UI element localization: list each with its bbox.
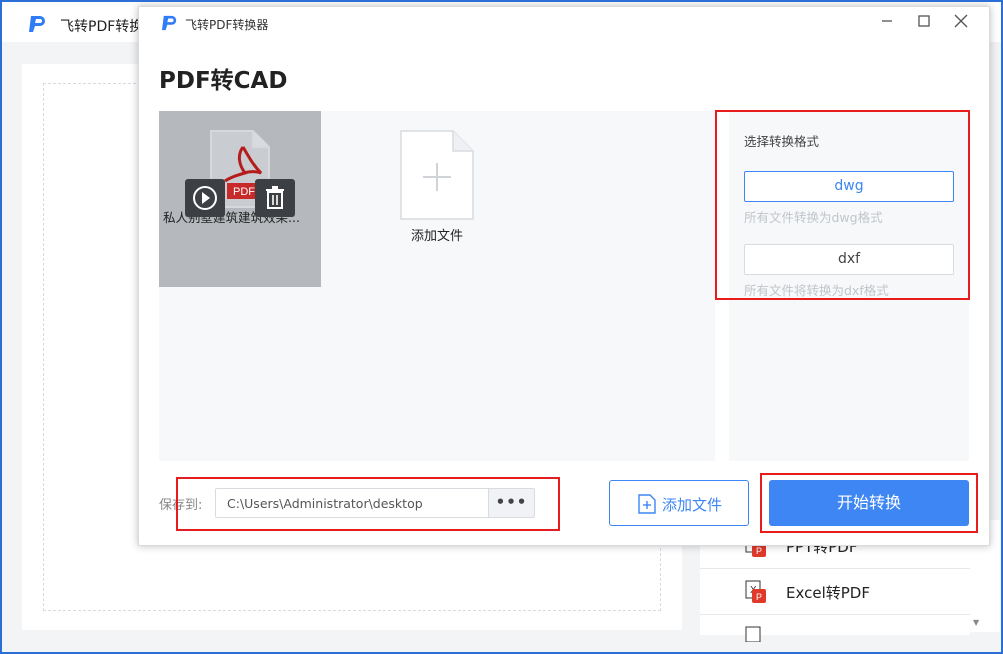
- maximize-icon: [918, 15, 930, 27]
- format-option-dwg[interactable]: dwg: [744, 171, 954, 202]
- file-card[interactable]: PDF 私人别墅建筑建筑效果...: [159, 111, 321, 287]
- format-option-dxf-desc: 所有文件将转换为dxf格式: [744, 283, 889, 298]
- excel-file-icon: XP: [745, 580, 767, 608]
- page-title: PDF转CAD: [159, 68, 288, 94]
- save-path-field[interactable]: C:\Users\Administrator\desktop •••: [215, 488, 535, 518]
- app-title: 飞转PDF转换: [60, 19, 144, 35]
- close-icon: [954, 14, 968, 28]
- maximize-button[interactable]: [910, 11, 938, 35]
- format-option-dxf[interactable]: dxf: [744, 244, 954, 275]
- svg-text:P: P: [756, 592, 762, 602]
- add-file-icon: [399, 130, 475, 225]
- delete-button[interactable]: [255, 179, 295, 217]
- format-label: 选择转换格式: [744, 134, 820, 149]
- dialog-title: 飞转PDF转换器: [185, 18, 269, 32]
- app-logo-icon: [161, 15, 179, 35]
- format-option-dwg-desc: 所有文件转换为dwg格式: [744, 210, 883, 225]
- add-file-card-label: 添加文件: [410, 229, 463, 244]
- file-icon: [745, 626, 767, 646]
- pdf-to-cad-dialog: 飞转PDF转换器 PDF转CAD PDF 私人别墅建筑建筑效果... 添加文件 …: [138, 6, 990, 546]
- trash-icon: [266, 186, 284, 209]
- format-panel: 选择转换格式 dwg 所有文件转换为dwg格式 dxf 所有文件将转换为dxf格…: [729, 111, 969, 461]
- save-to-label: 保存到:: [159, 498, 203, 513]
- add-file-card[interactable]: 添加文件: [399, 129, 475, 244]
- preview-button[interactable]: [185, 179, 225, 217]
- minimize-icon: [882, 20, 892, 22]
- sidebar-item-label: Excel转PDF: [786, 584, 870, 602]
- pdf-badge: PDF: [233, 186, 255, 198]
- dialog-titlebar[interactable]: 飞转PDF转换器: [139, 7, 989, 39]
- start-convert-button[interactable]: 开始转换: [769, 480, 969, 526]
- add-file-button-label: 添加文件: [662, 496, 723, 514]
- add-file-button[interactable]: 添加文件: [609, 480, 749, 526]
- file-list-area[interactable]: PDF 私人别墅建筑建筑效果... 添加文件: [159, 111, 715, 461]
- minimize-button[interactable]: [873, 11, 901, 35]
- sidebar-item-excel-to-pdf[interactable]: XP Excel转PDF: [700, 569, 970, 615]
- scroll-down-icon[interactable]: ▼: [973, 618, 979, 627]
- svg-text:P: P: [756, 546, 762, 556]
- browse-button[interactable]: •••: [488, 489, 534, 517]
- sidebar-item-partial[interactable]: [700, 615, 970, 643]
- close-button[interactable]: [947, 11, 975, 35]
- app-logo-icon: [28, 15, 48, 37]
- add-file-icon: [638, 494, 656, 518]
- save-path-value[interactable]: C:\Users\Administrator\desktop: [227, 496, 423, 511]
- play-icon: [193, 186, 217, 210]
